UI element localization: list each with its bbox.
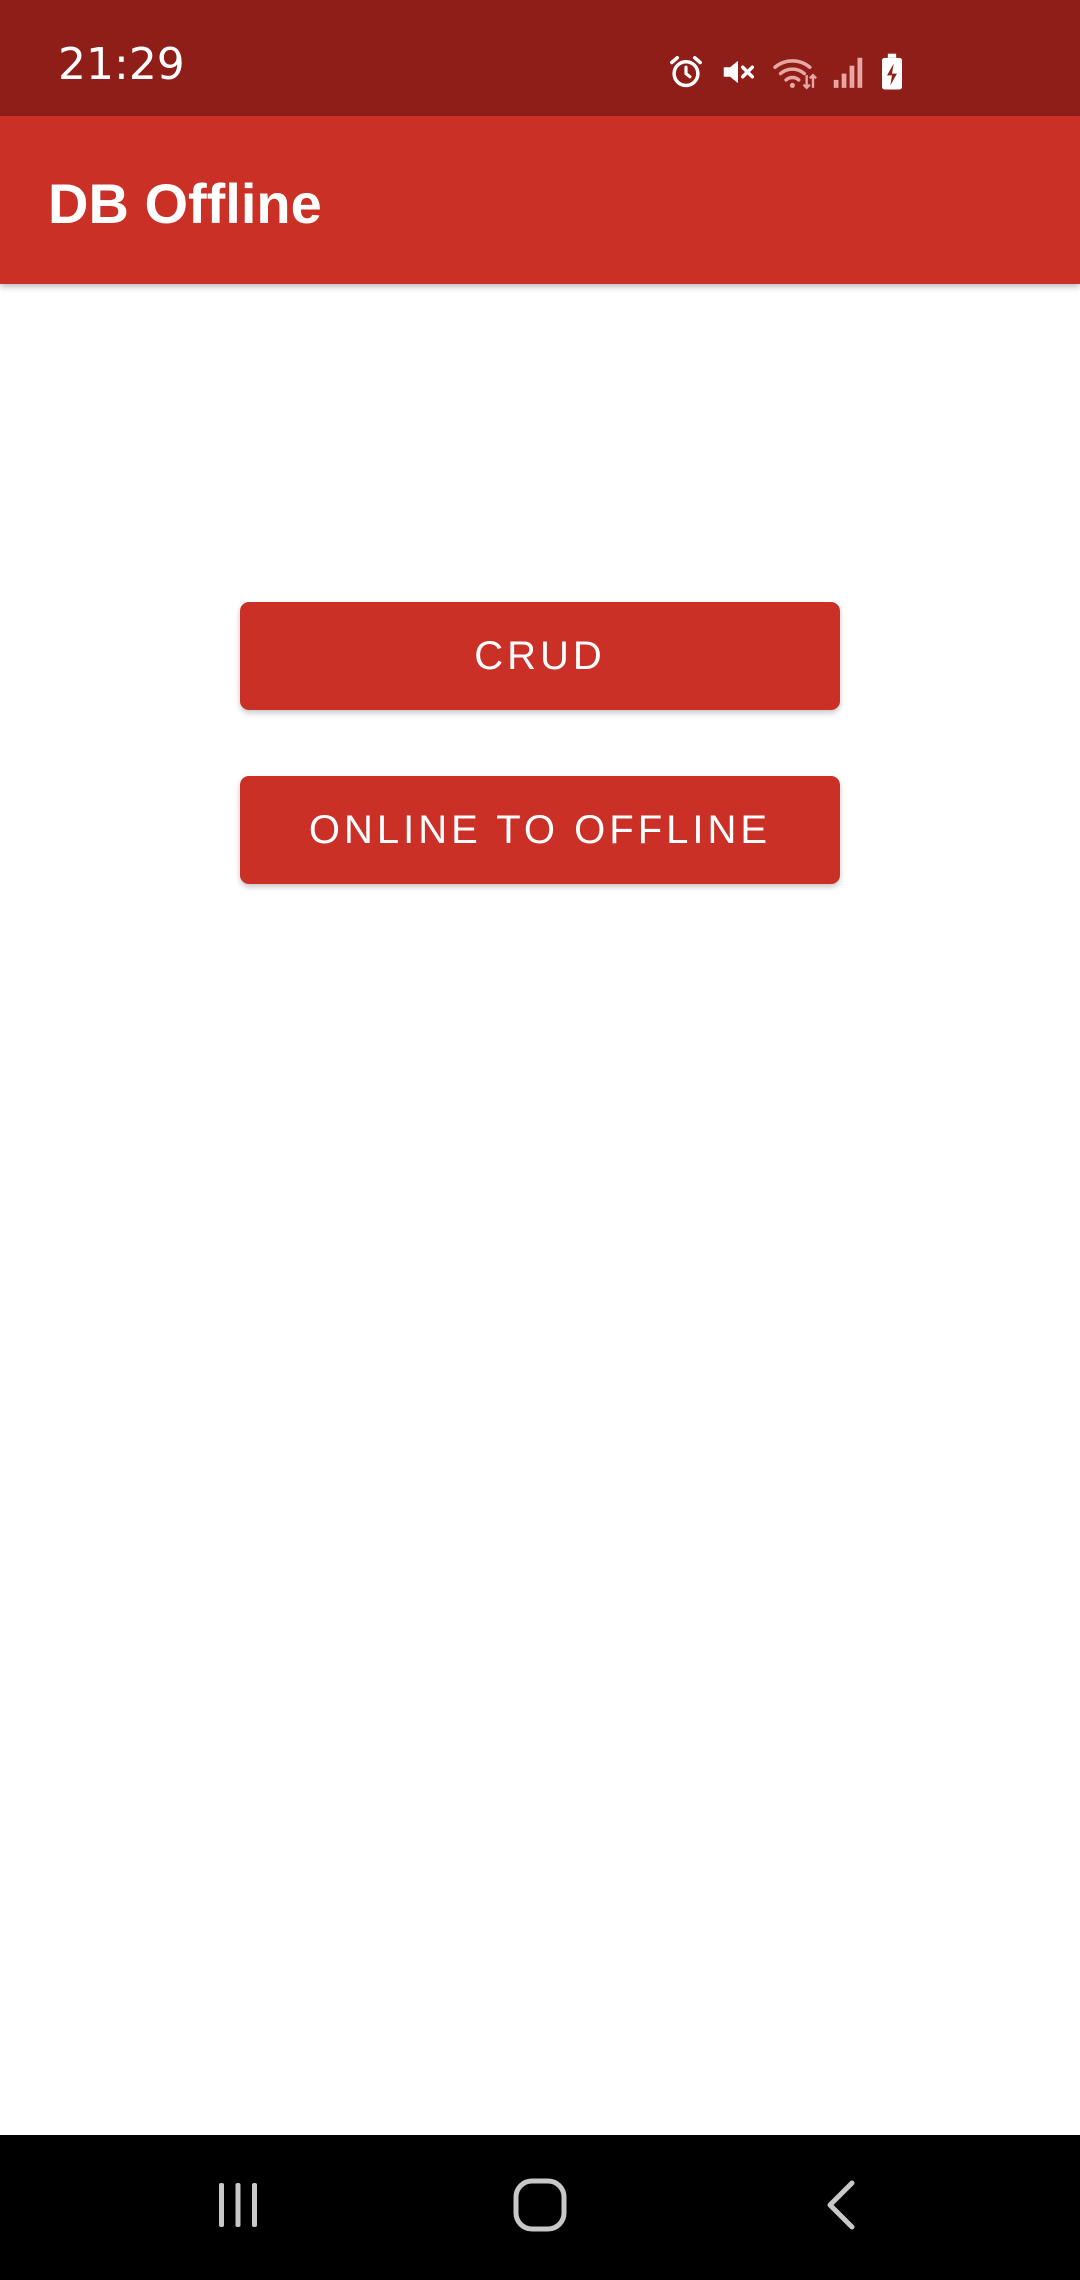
home-button[interactable] <box>500 2167 580 2247</box>
mute-icon <box>719 53 757 91</box>
battery-charging-icon <box>879 52 905 92</box>
app-bar: DB Offline <box>0 116 1080 284</box>
status-bar: 21:29 <box>0 0 1080 116</box>
crud-button[interactable]: CRUD <box>240 602 840 710</box>
recents-button[interactable] <box>198 2167 278 2247</box>
status-time: 21:29 <box>58 39 185 90</box>
home-icon <box>510 2175 570 2240</box>
back-button[interactable] <box>802 2167 882 2247</box>
wifi-icon <box>771 53 817 91</box>
app-title: DB Offline <box>48 172 322 235</box>
screen: 21:29 DB Offline CRUD ONLINE TO OFFLINE <box>0 0 1080 2280</box>
navigation-bar <box>0 2135 1080 2280</box>
status-icons <box>667 48 905 96</box>
back-icon <box>814 2177 870 2238</box>
recents-icon <box>210 2177 266 2238</box>
online-to-offline-button[interactable]: ONLINE TO OFFLINE <box>240 776 840 884</box>
alarm-icon <box>667 53 705 91</box>
signal-icon <box>831 53 865 91</box>
